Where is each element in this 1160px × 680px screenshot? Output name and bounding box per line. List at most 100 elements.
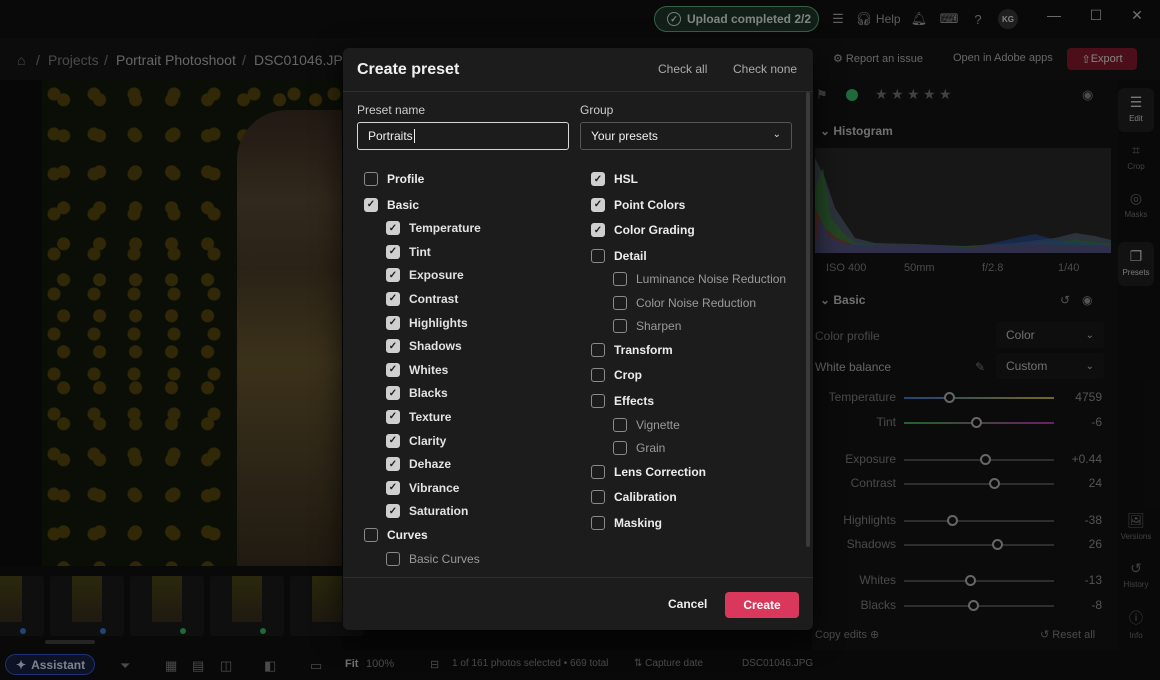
checkbox-label: Highlights (409, 315, 468, 330)
checkbox-transform[interactable]: Transform (591, 342, 673, 357)
checkbox-label: Masking (614, 515, 663, 530)
checkbox-hsl[interactable]: ✓ HSL (591, 172, 638, 186)
checkmark-icon: ✓ (386, 291, 400, 306)
checkbox-label: Exposure (409, 268, 464, 283)
checkbox-label: Vignette (636, 417, 680, 432)
checkbox-empty-icon (613, 441, 627, 456)
checkbox-label: Detail (614, 248, 647, 263)
cancel-button[interactable]: Cancel (668, 597, 707, 611)
checkbox-crop[interactable]: Crop (591, 368, 642, 383)
checkbox-shadows[interactable]: ✓ Shadows (386, 339, 462, 354)
checkbox-color-noise-reduction[interactable]: Color Noise Reduction (613, 295, 757, 310)
checkbox-whites[interactable]: ✓ Whites (386, 362, 449, 377)
preset-name-label: Preset name (357, 103, 426, 117)
dialog-footer-divider (343, 577, 813, 578)
checkbox-calibration[interactable]: Calibration (591, 490, 677, 505)
checkbox-empty-icon (613, 417, 627, 432)
checkbox-saturation[interactable]: ✓ Saturation (386, 504, 469, 519)
checkmark-icon: ✓ (386, 315, 400, 330)
checkbox-label: Contrast (409, 291, 459, 306)
check-none-button[interactable]: Check none (733, 62, 797, 76)
checkbox-label: Clarity (409, 433, 447, 448)
checkbox-masking[interactable]: Masking (591, 515, 663, 530)
checkbox-empty-icon (386, 551, 400, 566)
checkbox-highlights[interactable]: ✓ Highlights (386, 315, 468, 330)
checkbox-label: Tint (409, 244, 431, 259)
checkbox-lens-correction[interactable]: Lens Correction (591, 464, 707, 479)
checkmark-icon: ✓ (591, 172, 605, 186)
checkbox-point-colors[interactable]: ✓ Point Colors (591, 197, 686, 212)
checkmark-icon: ✓ (386, 457, 400, 472)
checkbox-contrast[interactable]: ✓ Contrast (386, 291, 459, 306)
checkbox-sharpen[interactable]: Sharpen (613, 319, 682, 334)
checkbox-label: Sharpen (636, 319, 682, 334)
group-label: Group (580, 103, 614, 117)
checkbox-vibrance[interactable]: ✓ Vibrance (386, 480, 460, 495)
checkmark-icon: ✓ (386, 244, 400, 259)
checkmark-icon: ✓ (386, 386, 400, 401)
checkbox-clarity[interactable]: ✓ Clarity (386, 433, 447, 448)
check-all-button[interactable]: Check all (658, 62, 707, 76)
checkbox-empty-icon (591, 248, 605, 263)
checkbox-label: Crop (614, 368, 642, 383)
checkbox-label: Temperature (409, 221, 481, 236)
checkbox-empty-icon (591, 393, 605, 408)
checkbox-label: Vibrance (409, 480, 460, 495)
checkbox-exposure[interactable]: ✓ Exposure (386, 268, 464, 283)
checkbox-label: Whites (409, 362, 449, 377)
checkbox-label: Blacks (409, 386, 448, 401)
checkbox-label: Lens Correction (614, 464, 707, 479)
checkmark-icon: ✓ (386, 362, 400, 377)
checkbox-profile[interactable]: Profile (364, 172, 424, 186)
checkmark-icon: ✓ (386, 433, 400, 448)
checkbox-label: Point Colors (614, 197, 686, 212)
checkbox-temperature[interactable]: ✓ Temperature (386, 221, 481, 236)
checkbox-texture[interactable]: ✓ Texture (386, 409, 452, 424)
checkbox-dehaze[interactable]: ✓ Dehaze (386, 457, 452, 472)
checkbox-empty-icon (591, 368, 605, 383)
checkmark-icon: ✓ (364, 197, 378, 212)
checkmark-icon: ✓ (386, 268, 400, 283)
checkbox-basic-curves[interactable]: Basic Curves (386, 551, 480, 566)
dialog-title: Create preset (357, 61, 460, 78)
checkbox-empty-icon (591, 515, 605, 530)
checkbox-empty-icon (364, 527, 378, 542)
checkbox-label: Shadows (409, 339, 462, 354)
checkbox-empty-icon (364, 172, 378, 186)
checkmark-icon: ✓ (386, 480, 400, 495)
checkbox-label: Effects (614, 393, 655, 408)
checkmark-icon: ✓ (386, 221, 400, 236)
checkmark-icon: ✓ (386, 409, 400, 424)
group-select[interactable]: Your presets ⌄ (580, 122, 792, 150)
checkbox-empty-icon (591, 464, 605, 479)
checkbox-basic[interactable]: ✓ Basic (364, 197, 419, 212)
checkbox-label: HSL (614, 172, 638, 186)
checkbox-vignette[interactable]: Vignette (613, 417, 680, 432)
checkmark-icon: ✓ (386, 339, 400, 354)
dialog-scrollbar[interactable] (806, 92, 810, 547)
checkbox-detail[interactable]: Detail (591, 248, 647, 263)
checkbox-tint[interactable]: ✓ Tint (386, 244, 431, 259)
checkbox-grain[interactable]: Grain (613, 441, 665, 456)
checkbox-blacks[interactable]: ✓ Blacks (386, 386, 448, 401)
checkbox-label: Color Noise Reduction (636, 295, 757, 310)
checkbox-label: Saturation (409, 504, 469, 519)
checkbox-label: Profile (387, 172, 425, 186)
checkbox-label: Dehaze (409, 457, 452, 472)
preset-name-input[interactable]: Portraits (357, 122, 569, 150)
checkbox-color-grading[interactable]: ✓ Color Grading (591, 223, 695, 237)
checkbox-label: Curves (387, 527, 428, 542)
checkmark-icon: ✓ (386, 504, 400, 519)
checkmark-icon: ✓ (591, 197, 605, 212)
checkbox-effects[interactable]: Effects (591, 393, 655, 408)
checkbox-empty-icon (613, 295, 627, 310)
checkbox-luminance-noise-reduction[interactable]: Luminance Noise Reduction (613, 272, 786, 287)
chevron-down-icon: ⌄ (772, 129, 781, 140)
checkbox-label: Calibration (614, 490, 677, 505)
checkbox-label: Texture (409, 409, 452, 424)
checkbox-empty-icon (613, 272, 627, 287)
checkbox-curves[interactable]: Curves (364, 527, 428, 542)
checkmark-icon: ✓ (591, 223, 605, 237)
create-button[interactable]: Create (725, 592, 799, 618)
checkbox-label: Transform (614, 342, 673, 357)
